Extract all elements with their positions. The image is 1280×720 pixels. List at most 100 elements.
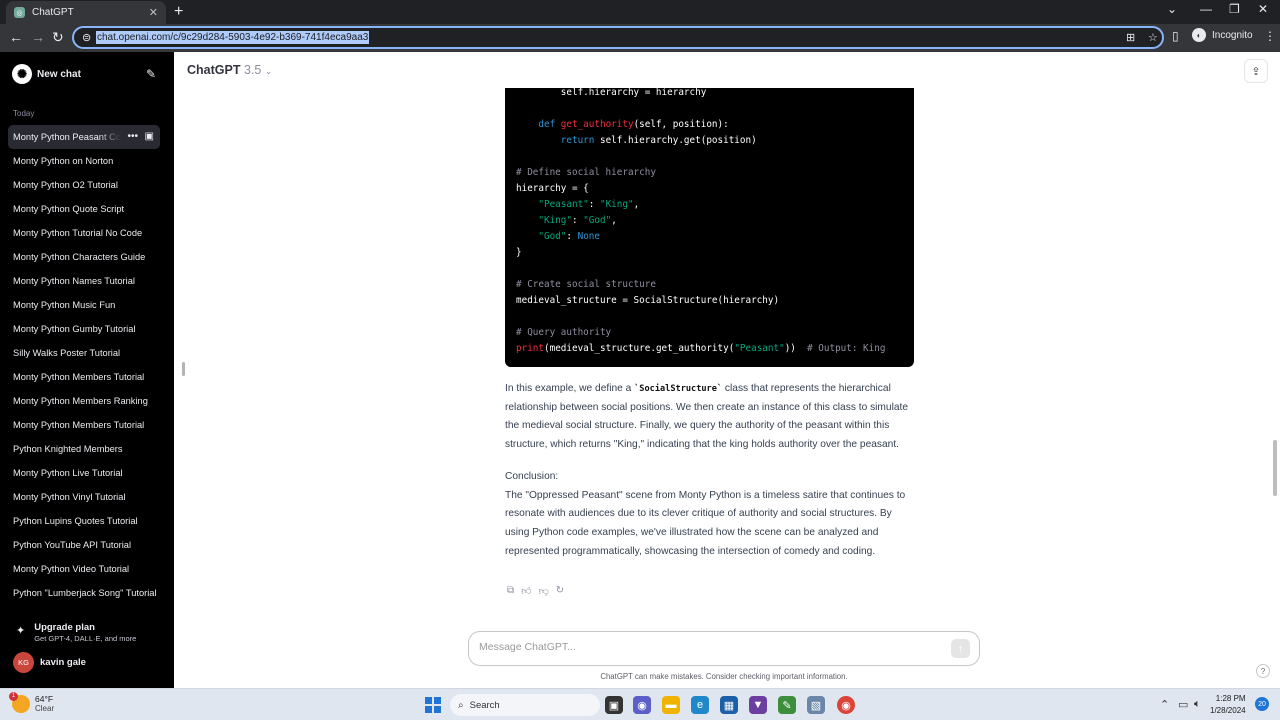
chat-history-item[interactable]: Monty Python Members Tutorial [8, 365, 160, 389]
chat-history-item[interactable]: Python YouTube API Tutorial [8, 533, 160, 557]
thumbs-up-icon[interactable]: 👍︎ [521, 585, 531, 597]
task-view-icon[interactable]: ▣ [605, 696, 623, 714]
chat-history-item[interactable]: Monty Python O2 Tutorial [8, 173, 160, 197]
new-chat-label: New chat [37, 68, 81, 80]
history-section-today: Today [13, 109, 35, 118]
address-bar[interactable]: ⊜ chat.openai.com/c/9c29d284-5903-4e92-b… [72, 26, 1164, 49]
incognito-profile[interactable]: ◐ Incognito [1192, 28, 1253, 42]
more-options-icon[interactable]: ••• [127, 125, 138, 149]
edit-icon[interactable]: ✎ [146, 67, 156, 81]
code-line: hierarchy = { [516, 183, 589, 194]
thumbs-down-icon[interactable]: 👎︎ [539, 585, 549, 597]
chat-history-item[interactable]: Monty Python Quote Script [8, 197, 160, 221]
code-block: self.hierarchy = hierarchy def get_autho… [505, 87, 914, 367]
chat-history-item[interactable]: Monty Python Characters Guide [8, 245, 160, 269]
chat-history-item[interactable]: Monty Python Gumby Tutorial [8, 317, 160, 341]
chrome-icon[interactable]: ◉ [837, 696, 855, 714]
chat-app-icon[interactable]: ◉ [633, 696, 651, 714]
bookmark-star-icon[interactable]: ☆ [1148, 31, 1158, 44]
site-info-icon[interactable]: ⊜ [82, 31, 91, 44]
file-explorer-icon[interactable]: ▬ [662, 696, 680, 714]
sparkle-icon: ✦ [16, 625, 26, 637]
code-line: "Peasant": "King", [538, 199, 640, 210]
archive-icon[interactable]: ▣ [145, 125, 154, 149]
browser-tab[interactable]: ◎ ChatGPT ✕ [6, 1, 166, 24]
chat-history-item[interactable]: Monty Python Members Tutorial [8, 413, 160, 437]
copy-icon[interactable]: ⧉ [507, 585, 514, 597]
browser-menu-icon[interactable]: ⋮ [1264, 29, 1276, 43]
forward-icon[interactable]: → [31, 29, 45, 45]
search-icon: ⌕ [458, 699, 464, 711]
volume-icon[interactable]: 🔈︎ [1194, 698, 1201, 711]
restore-icon[interactable]: ❐ [1229, 2, 1240, 16]
chat-history-item[interactable]: Monty Python Video Tutorial [8, 557, 160, 581]
browser-toolbar: ← → ↻ ⊜ chat.openai.com/c/9c29d284-5903-… [0, 24, 1280, 52]
chat-history-item[interactable]: Monty Python Vinyl Tutorial [8, 485, 160, 509]
chat-history-item[interactable]: Python Lupins Quotes Tutorial [8, 509, 160, 533]
chat-history-item[interactable]: Python Knighted Members [8, 437, 160, 461]
code-comment: # Define social hierarchy [516, 167, 656, 178]
search-label: Search [469, 699, 500, 711]
share-icon: ⇪ [1251, 65, 1261, 78]
code-line: return self.hierarchy.get(position) [560, 135, 757, 146]
chat-history-item[interactable]: Monty Python Members Ranking [8, 389, 160, 413]
scrollbar[interactable] [1273, 440, 1277, 496]
back-icon[interactable]: ← [9, 29, 23, 45]
url-text[interactable]: chat.openai.com/c/9c29d284-5903-4e92-b36… [96, 31, 370, 44]
notification-badge[interactable]: 20 [1255, 697, 1269, 711]
message-actions: ⧉ 👍︎ 👎︎ ↻ [507, 585, 564, 597]
new-chat-button[interactable]: ✺ New chat ✎ [12, 64, 162, 84]
app-icon[interactable]: ▧ [807, 696, 825, 714]
avatar: KG [13, 652, 34, 673]
disclaimer: ChatGPT can make mistakes. Consider chec… [600, 672, 848, 681]
app-icon[interactable]: ▼ [749, 696, 767, 714]
chevron-up-icon[interactable]: ⌃ [1160, 698, 1169, 711]
share-button[interactable]: ⇪ [1244, 59, 1268, 83]
install-app-icon[interactable]: ⊞ [1126, 31, 1135, 44]
start-button[interactable] [425, 697, 441, 713]
close-window-icon[interactable]: ✕ [1258, 2, 1268, 16]
sidebar-collapse-handle[interactable] [182, 362, 185, 376]
chat-history-item[interactable]: Monty Python Tutorial No Code [8, 221, 160, 245]
weather-widget[interactable]: 1 64°F Clear [9, 691, 55, 713]
model-selector[interactable]: ChatGPT 3.5 ⌄ [187, 63, 272, 77]
chat-history-item-active[interactable]: Monty Python Peasant Code ••• ▣ [8, 125, 160, 149]
network-icon[interactable]: ▭ [1178, 698, 1188, 711]
reload-icon[interactable]: ↻ [52, 29, 64, 46]
close-tab-icon[interactable]: ✕ [149, 6, 158, 19]
system-clock[interactable]: 1:28 PM 1/28/2024 [1210, 693, 1246, 717]
chat-history-item[interactable]: Silly Walks Poster Tutorial [8, 341, 160, 365]
incognito-icon: ◐ [1192, 28, 1206, 42]
new-tab-button[interactable]: + [174, 3, 183, 21]
user-menu[interactable]: KG kavin gale [13, 652, 86, 673]
user-name: kavin gale [40, 657, 86, 668]
send-button[interactable]: ↑ [951, 639, 970, 658]
chat-history-item[interactable]: Monty Python on Norton [8, 149, 160, 173]
edge-browser-icon[interactable]: e [691, 696, 709, 714]
app-icon[interactable]: ✎ [778, 696, 796, 714]
tab-search-icon[interactable]: ⌄ [1167, 2, 1177, 16]
tab-title: ChatGPT [32, 7, 74, 18]
chat-history-item[interactable]: Monty Python Names Tutorial [8, 269, 160, 293]
chat-history-item[interactable]: Python "Lumberjack Song" Tutorial [8, 581, 160, 605]
sun-icon: 1 [9, 691, 30, 713]
chat-history-item[interactable]: Monty Python Music Fun [8, 293, 160, 317]
date: 1/28/2024 [1210, 706, 1246, 715]
upgrade-plan-button[interactable]: ✦ Upgrade plan Get GPT-4, DALL·E, and mo… [16, 622, 166, 643]
taskbar-search[interactable]: ⌕ Search [450, 694, 600, 716]
minimize-icon[interactable]: — [1200, 2, 1212, 16]
help-button[interactable]: ? [1256, 664, 1270, 678]
sidebar: ✺ New chat ✎ Today Monty Python Peasant … [0, 52, 174, 688]
model-version: 3.5 [243, 63, 262, 77]
weather-condition: Clear [35, 704, 55, 713]
chat-history-item[interactable]: Monty Python Live Tutorial [8, 461, 160, 485]
code-line: "King": "God", [538, 215, 617, 226]
conclusion-label: Conclusion: [505, 470, 559, 482]
regenerate-icon[interactable]: ↻ [556, 585, 564, 597]
message-input[interactable] [479, 641, 929, 653]
code-comment: # Create social structure [516, 279, 656, 290]
store-icon[interactable]: ▦ [720, 696, 738, 714]
side-panel-icon[interactable]: ▯ [1172, 29, 1179, 43]
